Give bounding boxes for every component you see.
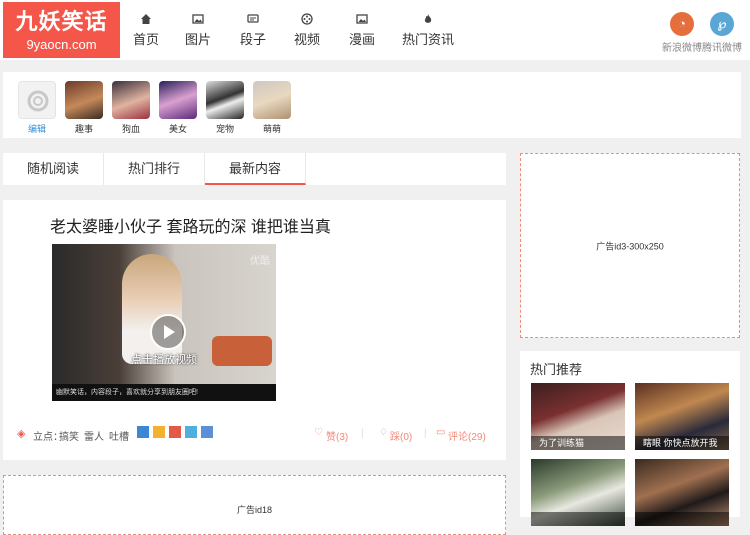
comment-count[interactable]: 评论(29)	[448, 428, 486, 443]
category-item[interactable]: 萌萌	[252, 81, 292, 135]
category-label: 趣事	[74, 124, 93, 134]
category-thumb	[253, 81, 291, 119]
category-item[interactable]: 宠物	[205, 81, 245, 135]
hot-card-caption	[531, 512, 625, 526]
tag-link[interactable]: 吐槽	[109, 428, 129, 443]
side-ad[interactable]: 广告id3-300x250	[520, 153, 740, 338]
nav-images[interactable]: 图片	[168, 0, 228, 60]
hot-title: 热门推荐	[530, 362, 583, 377]
hot-card-caption: 瞎眼 你快点放开我	[635, 436, 729, 450]
tag-icon: ◈	[17, 428, 26, 440]
settings-icon	[18, 81, 56, 119]
tab-latest[interactable]: 最新内容	[205, 153, 306, 185]
like-count[interactable]: 赞(3)	[326, 428, 348, 443]
hot-recommendations: 热门推荐 为了训练猫 瞎眼 你快点放开我	[520, 351, 740, 526]
category-thumb	[159, 81, 197, 119]
category-label: 宠物	[215, 124, 234, 134]
tencent-weibo-icon: ℘	[710, 12, 734, 36]
tag-link[interactable]: 雷人	[84, 428, 104, 443]
post-meta: ◈ 立点： 搞笑 雷人 吐槽 ♡ 赞(3) | ♢ 踩(0) | ▭ 评论(29…	[17, 426, 497, 443]
play-caption: 点击播放视频	[131, 354, 197, 366]
category-strip: 编辑 趣事 狗血 美女 宠物 萌萌	[3, 72, 741, 138]
post-title[interactable]: 老太婆睡小伙子 套路玩的深 谁把谁当真	[50, 213, 331, 237]
nav-comics[interactable]: 漫画	[336, 0, 388, 60]
like-icon: ♡	[314, 427, 323, 438]
dislike-count[interactable]: 踩(0)	[390, 428, 412, 443]
top-header: 九妖笑话 9yaocn.com 首页 图片 段子 视频 漫画 热门资讯 ◔ 新浪…	[0, 0, 750, 60]
category-item[interactable]: 美女	[158, 81, 198, 135]
tencent-login-label: 腾讯微博	[702, 43, 742, 54]
nav-video[interactable]: 视频	[278, 0, 336, 60]
image-icon	[192, 14, 204, 24]
fire-icon	[424, 14, 432, 23]
share-plus-icon[interactable]	[137, 426, 149, 438]
hot-card-caption: 为了训练猫	[531, 436, 625, 450]
site-logo[interactable]: 九妖笑话 9yaocn.com	[3, 2, 120, 58]
nav-hot-news[interactable]: 热门资讯	[388, 0, 468, 60]
side-ad-label: 广告id3-300x250	[596, 241, 664, 251]
tag-link[interactable]: 搞笑	[59, 428, 79, 443]
hot-card[interactable]	[635, 459, 729, 526]
nav-video-label: 视频	[293, 32, 320, 47]
bottom-ad[interactable]: 广告id18	[3, 475, 506, 535]
nav-hot-news-label: 热门资讯	[401, 32, 454, 47]
home-icon	[141, 14, 151, 24]
weibo-login[interactable]: ◔ 新浪微博	[662, 12, 702, 54]
nav-home-label: 首页	[132, 32, 159, 47]
category-item[interactable]: 趣事	[64, 81, 104, 135]
edit-categories-button[interactable]: 编辑	[17, 81, 57, 135]
category-item[interactable]: 狗血	[111, 81, 151, 135]
category-label: 萌萌	[262, 124, 281, 134]
category-label: 狗血	[121, 124, 140, 134]
nav-jokes[interactable]: 段子	[228, 0, 278, 60]
tab-hot-ranking[interactable]: 热门排行	[104, 153, 205, 185]
category-label: 美女	[168, 124, 187, 134]
hot-card[interactable]: 为了训练猫	[531, 383, 625, 450]
hot-card[interactable]	[531, 459, 625, 526]
category-thumb	[112, 81, 150, 119]
video-watermark: 优酷	[250, 256, 270, 267]
video-icon	[301, 13, 313, 25]
chat-icon	[247, 14, 259, 23]
logo-domain: 9yaocn.com	[26, 37, 97, 52]
post-card: 老太婆睡小伙子 套路玩的深 谁把谁当真 优酷 点击播放视频 幽默笑话，内容段子，…	[3, 200, 506, 460]
dislike-icon: ♢	[379, 427, 388, 438]
comment-icon: ▭	[436, 427, 446, 438]
edit-label: 编辑	[27, 124, 46, 134]
category-thumb	[206, 81, 244, 119]
share-renren-icon[interactable]	[201, 426, 213, 438]
tencent-login[interactable]: ℘ 腾讯微博	[702, 12, 742, 54]
nav-home[interactable]: 首页	[124, 0, 168, 60]
video-footer: 幽默笑话，内容段子，喜欢就分享到朋友圈吧!	[52, 384, 276, 401]
share-weibo-icon[interactable]	[169, 426, 181, 438]
share-tencent-icon[interactable]	[185, 426, 197, 438]
bottom-ad-label: 广告id18	[236, 505, 273, 515]
comic-icon	[356, 14, 368, 24]
category-thumb	[65, 81, 103, 119]
weibo-login-label: 新浪微博	[662, 43, 702, 54]
divider: |	[424, 428, 427, 439]
main-nav: 首页 图片 段子 视频 漫画 热门资讯	[124, 0, 468, 60]
hot-card[interactable]: 瞎眼 你快点放开我	[635, 383, 729, 450]
play-icon[interactable]	[150, 314, 186, 350]
share-qzone-icon[interactable]	[153, 426, 165, 438]
logo-title: 九妖笑话	[15, 9, 108, 34]
weibo-icon: ◔	[670, 12, 694, 36]
tab-random-read[interactable]: 随机阅读	[3, 153, 104, 185]
nav-images-label: 图片	[184, 32, 211, 47]
video-player[interactable]: 优酷 点击播放视频 幽默笑话，内容段子，喜欢就分享到朋友圈吧!	[52, 244, 276, 401]
hot-card-caption	[635, 512, 729, 526]
nav-jokes-label: 段子	[239, 32, 266, 47]
nav-comics-label: 漫画	[348, 32, 375, 47]
content-tabs: 随机阅读 热门排行 最新内容	[3, 153, 506, 185]
divider: |	[361, 428, 364, 439]
